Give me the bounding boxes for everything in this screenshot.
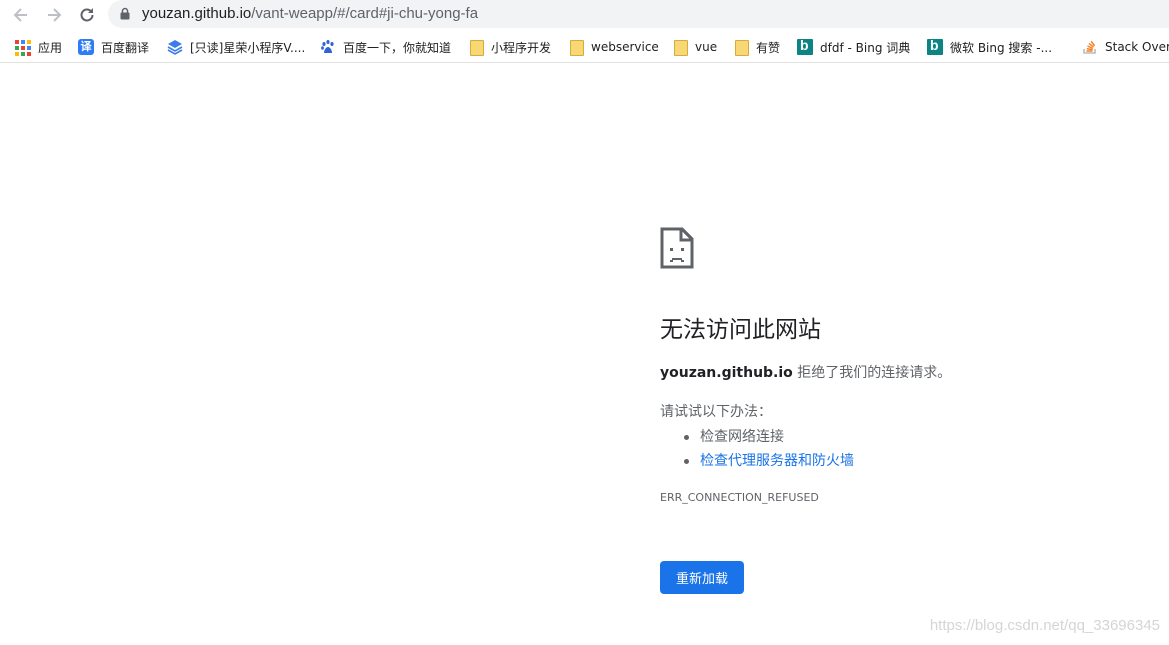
error-message: 拒绝了我们的连接请求。: [792, 365, 952, 381]
apps-grid-icon: [14, 39, 31, 56]
bookmark-bing-dict[interactable]: dfdf - Bing 词典: [797, 37, 910, 57]
reload-page-button[interactable]: [75, 3, 99, 27]
bookmark-folder-vue[interactable]: vue: [672, 37, 717, 57]
bookmark-bing-search[interactable]: 微软 Bing 搜索 -...: [927, 37, 1052, 57]
bookmark-folder-webservice[interactable]: webservice: [568, 37, 659, 57]
browser-toolbar: youzan.github.io/vant-weapp/#/card#ji-ch…: [0, 0, 1169, 30]
bookmark-baidu-fanyi[interactable]: 译 百度翻译: [78, 37, 149, 57]
refresh-icon: [80, 8, 94, 22]
watermark: https://blog.csdn.net/qq_33696345: [929, 617, 1160, 634]
bookmark-baidu[interactable]: 百度一下，你就知道: [320, 37, 451, 57]
suggestions-list: 检查网络连接 检查代理服务器和防火墙: [660, 425, 854, 473]
url-path: /vant-weapp/#/card#ji-chu-yong-fa: [251, 5, 479, 22]
bookmark-label: webservice: [591, 40, 659, 54]
url-host: youzan.github.io: [142, 5, 252, 22]
suggestion-check-proxy-link[interactable]: 检查代理服务器和防火墙: [660, 449, 854, 473]
bookmark-label: dfdf - Bing 词典: [820, 40, 911, 55]
back-button[interactable]: [9, 3, 33, 27]
bookmark-label: 微软 Bing 搜索 -...: [950, 40, 1053, 55]
bing-icon: [797, 37, 813, 55]
lock-icon: [120, 7, 130, 20]
url-text[interactable]: youzan.github.io/vant-weapp/#/card#ji-ch…: [142, 5, 478, 23]
arrow-left-icon: [13, 8, 27, 22]
error-description: youzan.github.io 拒绝了我们的连接请求。: [660, 363, 951, 383]
bookmark-xingrong[interactable]: [只读]星荣小程序V....: [167, 37, 305, 57]
folder-icon: [672, 39, 688, 56]
arrow-right-icon: [48, 8, 62, 22]
bing-icon: [927, 37, 943, 55]
bookmark-label: 应用: [38, 40, 63, 55]
bookmark-apps[interactable]: 应用: [14, 37, 62, 57]
folder-icon: [468, 39, 484, 56]
suggestions-heading: 请试试以下办法：: [660, 404, 772, 420]
bookmark-label: [只读]星荣小程序V....: [190, 40, 306, 55]
bookmark-label: 小程序开发: [491, 40, 552, 55]
error-host: youzan.github.io: [660, 365, 793, 381]
sad-document-icon: [660, 227, 694, 273]
bookmark-stackoverflow[interactable]: Stack Overf: [1082, 37, 1169, 57]
error-title: 无法访问此网站: [660, 317, 821, 343]
baidu-fanyi-icon: 译: [78, 39, 94, 55]
bookmark-folder-youzan[interactable]: 有赞: [733, 37, 780, 57]
bookmark-label: vue: [695, 40, 718, 54]
forward-button[interactable]: [42, 3, 66, 27]
folder-icon: [568, 39, 584, 56]
bookmarks-bar: 应用 译 百度翻译 [只读]星荣小程序V.... 百度一下，你就知道 小程序开发…: [0, 32, 1169, 63]
error-code: ERR_CONNECTION_REFUSED: [660, 491, 819, 504]
bookmark-label: 百度一下，你就知道: [343, 40, 452, 55]
reload-button[interactable]: 重新加载: [660, 561, 744, 594]
baidu-paw-icon: [320, 39, 336, 55]
bookmark-label: Stack Overf: [1105, 40, 1169, 54]
suggestion-check-network: 检查网络连接: [660, 425, 854, 449]
address-bar[interactable]: youzan.github.io/vant-weapp/#/card#ji-ch…: [108, 0, 1169, 28]
layers-icon: [167, 39, 183, 55]
bookmark-label: 百度翻译: [101, 40, 150, 55]
folder-icon: [733, 39, 749, 56]
stackoverflow-icon: [1082, 39, 1098, 55]
bookmark-folder-miniprogram[interactable]: 小程序开发: [468, 37, 551, 57]
bookmark-label: 有赞: [756, 40, 781, 55]
